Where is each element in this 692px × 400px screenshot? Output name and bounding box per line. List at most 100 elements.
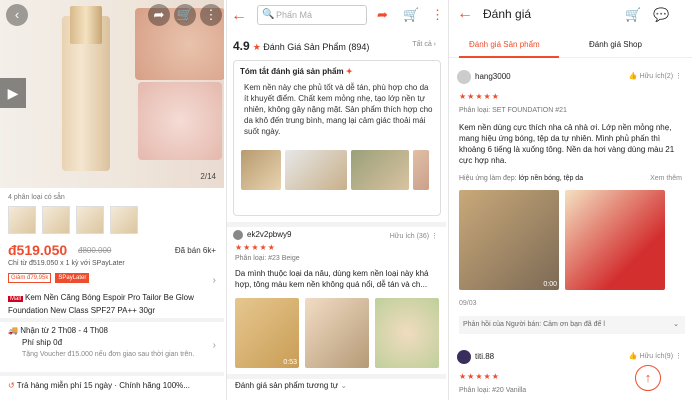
summary-title: Tóm tắt đánh giá sản phẩm ✦ (240, 67, 434, 76)
search-placeholder: Phấn Má (276, 10, 313, 20)
review-stars: ★★★★★ (235, 243, 276, 252)
review-date: 09/03 (459, 300, 477, 307)
divider (227, 374, 446, 379)
reviews-list-panel: ← Đánh giá 🛒 💬 Đánh giá Sản phẩm Đánh gi… (448, 0, 692, 400)
product-name-text: Kem Nền Căng Bóng Espoir Pro Tailor Be G… (8, 293, 194, 315)
cart-icon[interactable]: 🛒 (403, 7, 419, 23)
effect-value: lớp nền bóng, tệp da (518, 175, 584, 182)
return-policy-text: Trả hàng miễn phí 15 ngày · Chính hãng 1… (16, 381, 190, 390)
summary-title-text: Tóm tắt đánh giá sản phẩm (240, 67, 344, 76)
rating-label: Đánh Giá Sản Phẩm (894) (263, 42, 370, 52)
divider (0, 318, 224, 322)
review-variant: Phân loại: #20 Vanilla (459, 387, 527, 394)
seller-reply[interactable]: Phản hồi của Người bán: Cảm ơn bạn đã để… (459, 316, 685, 334)
review-image[interactable] (375, 298, 439, 368)
share-icon[interactable]: ➦ (377, 7, 388, 23)
ai-summary-card: Tóm tắt đánh giá sản phẩm ✦ Kem nền này … (233, 60, 441, 216)
share-icon[interactable]: ➦ (148, 4, 170, 26)
play-video-icon[interactable]: ▶ (0, 78, 26, 108)
return-policy-row[interactable]: ↺ Trả hàng miễn phí 15 ngày · Chính hãng… (8, 381, 190, 390)
product-image-carousel[interactable]: ‹ ➦ 🛒 ⋮ ▶ 2/14 (0, 0, 224, 188)
reviewer-name: titi.88 (475, 352, 495, 362)
helpful-button[interactable]: Hữu ích (36) ⋮ (390, 232, 438, 240)
review-video[interactable]: 0:00 (459, 190, 559, 290)
helpful-text: Hữu ích(2) (639, 73, 674, 80)
variant-thumbnails (8, 206, 138, 234)
summary-image[interactable] (351, 150, 409, 190)
back-icon[interactable]: ← (457, 5, 473, 23)
tab-product-reviews[interactable]: Đánh giá Sản phẩm (469, 40, 540, 49)
cart-icon[interactable]: 🛒 (625, 7, 641, 23)
product-price: đ519.050 (8, 242, 68, 258)
shipping-fee: Phí ship 0đ (22, 338, 63, 347)
review-variant: Phân loại: #23 Beige (235, 255, 300, 262)
review-video[interactable]: 0:53 (235, 298, 299, 368)
scroll-to-top-icon[interactable]: ↑ (635, 365, 661, 391)
tab-shop-reviews[interactable]: Đánh giá Shop (589, 40, 642, 49)
back-icon[interactable]: ← (227, 7, 251, 25)
cart-icon[interactable]: 🛒 (174, 4, 196, 26)
reviews-summary-panel: ← 🔍 Phấn Má ➦ 🛒 ⋮ 4.9 ★ Đánh Giá Sản Phẩm … (226, 0, 446, 400)
active-tab-indicator (459, 56, 559, 58)
variant-thumb[interactable] (76, 206, 104, 234)
review-media: 0:53 (235, 298, 439, 368)
helpful-button[interactable]: 👍 Hữu ích(2) ⋮ (629, 72, 682, 80)
delivery-row[interactable]: 🚚 Nhận từ 2 Th08 - 4 Th08 (8, 326, 108, 335)
reviewer: ek2v2pbwy9 (233, 230, 291, 240)
shield-icon: ↺ (8, 381, 15, 390)
review-image[interactable] (305, 298, 369, 368)
avatar (233, 230, 243, 240)
promo-tags: Giảm đ79,95k SPayLater (8, 273, 90, 283)
reviewer-name: hang3000 (475, 72, 511, 82)
video-duration: 0:00 (543, 281, 557, 288)
variant-thumb[interactable] (8, 206, 36, 234)
thumbs-up-icon: 👍 (628, 353, 638, 360)
thumbs-up-icon: 👍 (628, 73, 638, 80)
divider (227, 222, 446, 227)
chevron-right-icon[interactable]: › (213, 340, 216, 351)
original-price: đ800.000 (78, 246, 112, 255)
see-more-link[interactable]: Xem thêm (650, 175, 682, 182)
helpful-text: Hữu ích(9) (639, 353, 674, 360)
variant-thumb[interactable] (110, 206, 138, 234)
discount-tag: Giảm đ79,95k (8, 273, 52, 283)
sold-count: Đã bán 6k+ (174, 246, 216, 255)
delivery-estimate: Nhận từ 2 Th08 - 4 Th08 (20, 326, 108, 335)
product-detail-panel: ‹ ➦ 🛒 ⋮ ▶ 2/14 4 phân loại có sẵn đ519.0… (0, 0, 224, 400)
avatar (457, 70, 471, 84)
more-icon[interactable]: ⋮ (431, 7, 444, 23)
more-icon[interactable]: ⋮ (200, 4, 222, 26)
review-variant: Phân loại: SET FOUNDATION #21 (459, 107, 567, 114)
chevron-down-icon: ⌄ (673, 321, 679, 328)
review-stars: ★★★★★ (459, 372, 500, 381)
similar-reviews-link[interactable]: Đánh giá sản phẩm tương tự ⌄ (235, 381, 347, 390)
back-icon[interactable]: ‹ (6, 4, 28, 26)
review-image[interactable] (565, 190, 665, 290)
voucher-note: Tặng Voucher đ15.000 nếu đơn giao sau th… (22, 351, 195, 358)
review-text: Da mình thuộc loại da nâu, dùng kem nền … (235, 269, 429, 289)
effect-label: Hiệu ứng làm đẹp: (459, 175, 517, 182)
truck-icon: 🚚 (8, 326, 18, 335)
top-bar: ← Đánh giá 🛒 💬 (449, 0, 692, 30)
sparkle-icon: ✦ (345, 67, 353, 76)
chevron-down-icon: ⌄ (340, 381, 348, 390)
summary-image[interactable] (285, 150, 347, 190)
summary-text: Kem nền này che phủ tốt và dễ tán, phù h… (244, 83, 433, 136)
star-icon: ★ (252, 42, 261, 52)
video-duration: 0:53 (283, 359, 297, 366)
see-all-link[interactable]: Tất cả › (412, 41, 436, 48)
beauty-effect: Hiệu ứng làm đẹp: lớp nền bóng, tệp da (459, 175, 583, 182)
search-input[interactable]: 🔍 Phấn Má (257, 5, 367, 25)
see-all-text: Tất cả (412, 41, 432, 48)
summary-image[interactable] (413, 150, 429, 190)
chat-icon[interactable]: 💬 (653, 7, 669, 23)
review-stars: ★★★★★ (459, 92, 500, 101)
variant-thumb[interactable] (42, 206, 70, 234)
reviewer-name: ek2v2pbwy9 (247, 230, 292, 240)
divider (0, 372, 224, 376)
reviewer: titi.88 (457, 350, 494, 364)
product-name: Mall Kem Nền Căng Bóng Espoir Pro Tailor … (8, 292, 218, 316)
helpful-button[interactable]: 👍 Hữu ích(9) ⋮ (629, 352, 682, 360)
chevron-right-icon[interactable]: › (213, 275, 216, 286)
summary-image[interactable] (241, 150, 281, 190)
